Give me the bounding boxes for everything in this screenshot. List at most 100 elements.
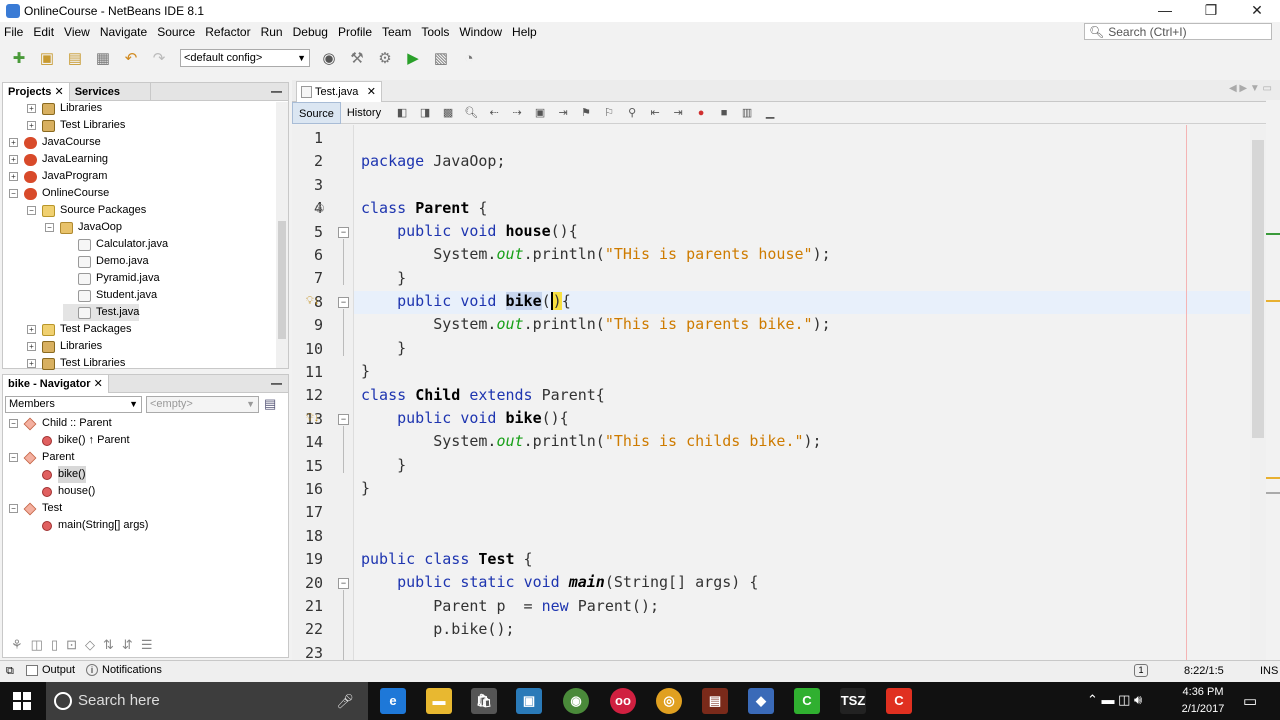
android-icon[interactable]: ◉ xyxy=(563,688,589,714)
new-file-icon[interactable]: ✚ xyxy=(8,47,30,69)
tree-item[interactable]: Student.java xyxy=(63,287,157,304)
uncomment-icon[interactable]: ▁ xyxy=(762,106,778,120)
sort-name-icon[interactable]: ⇵ xyxy=(122,637,133,653)
toggle-highlight-icon[interactable]: ⇥ xyxy=(555,106,571,120)
tree-item[interactable]: + Libraries xyxy=(27,338,102,355)
taskbar-search[interactable]: Search here 🎤︎ xyxy=(46,682,368,720)
navigator-item[interactable]: bike() xyxy=(27,466,86,483)
store-icon[interactable]: 🛍︎ xyxy=(471,688,497,714)
expand-icon[interactable]: + xyxy=(27,359,36,368)
undo-icon[interactable]: ↶ xyxy=(120,47,142,69)
collapse-icon[interactable]: − xyxy=(9,453,18,462)
microphone-icon[interactable]: 🎤︎ xyxy=(336,682,354,720)
tree-item[interactable]: + Test Packages xyxy=(27,321,132,338)
next-bookmark-icon[interactable]: ⚐ xyxy=(601,106,617,120)
toggle-bookmark-icon[interactable]: ⚲ xyxy=(624,106,640,120)
filter-nonpublic-icon[interactable]: ▯ xyxy=(51,637,58,653)
menu-source[interactable]: Source xyxy=(157,25,195,39)
tree-item[interactable]: Demo.java xyxy=(63,253,149,270)
collapse-icon[interactable]: − xyxy=(9,419,18,428)
flickr-icon[interactable]: oo xyxy=(610,688,636,714)
menu-profile[interactable]: Profile xyxy=(338,25,372,39)
recorder-icon[interactable]: ▤ xyxy=(702,688,728,714)
file-explorer-icon[interactable]: ▬ xyxy=(426,688,452,714)
filter-static-icon[interactable]: ◫ xyxy=(31,637,43,653)
error-stripe-mark[interactable] xyxy=(1266,300,1280,302)
navigator-item[interactable]: bike() ↑ Parent xyxy=(27,432,130,449)
navigator-item[interactable]: − Parent xyxy=(9,449,74,466)
code-editor[interactable]: package JavaOop; class Parent { public v… xyxy=(354,125,1250,660)
menu-help[interactable]: Help xyxy=(512,25,537,39)
clock-date[interactable]: 2/1/2017 xyxy=(1178,703,1228,715)
build-hammer-icon[interactable]: ⚒ xyxy=(346,47,368,69)
save-all-icon[interactable]: ▦ xyxy=(92,47,114,69)
expand-icon[interactable]: + xyxy=(27,325,36,334)
override-hint-icon[interactable]: 💡︎↓ xyxy=(306,412,319,425)
record-macro-icon[interactable]: ● xyxy=(693,106,709,120)
collapse-icon[interactable]: − xyxy=(27,206,36,215)
collapse-icon[interactable]: − xyxy=(45,223,54,232)
clean-build-icon[interactable]: ⚙ xyxy=(374,47,396,69)
tsz-icon[interactable]: TSZ xyxy=(840,688,866,714)
minimize-panel-icon[interactable]: — xyxy=(271,86,282,98)
collapse-icon[interactable]: − xyxy=(9,189,18,198)
error-stripe-mark[interactable] xyxy=(1266,233,1280,235)
notifications-button[interactable]: i Notifications xyxy=(86,664,162,676)
tab-nav-arrows-icon[interactable]: ◀ ▶ ▼ ▭ xyxy=(1229,83,1272,94)
run-icon[interactable]: ▶ xyxy=(402,47,424,69)
tree-item[interactable]: Test.java xyxy=(63,304,140,321)
tree-item[interactable]: + JavaProgram xyxy=(9,168,107,185)
camtasia-icon[interactable]: C xyxy=(794,688,820,714)
close-icon[interactable]: ✕ xyxy=(94,378,103,390)
override-hint-icon[interactable]: 💡︎↓ xyxy=(306,295,319,308)
tree-item[interactable]: + JavaLearning xyxy=(9,151,108,168)
tree-item[interactable]: + JavaCourse xyxy=(9,134,101,151)
tree-item[interactable]: − OnlineCourse xyxy=(9,185,109,202)
redo-icon[interactable]: ↷ xyxy=(148,47,170,69)
tree-item[interactable]: Pyramid.java xyxy=(63,270,160,287)
tree-item[interactable]: − JavaOop xyxy=(45,219,122,236)
fold-toggle-icon[interactable]: − xyxy=(338,413,349,425)
windows-start-icon[interactable] xyxy=(13,692,31,710)
sort-source-icon[interactable]: ☰ xyxy=(141,637,153,653)
minimize-panel-icon[interactable]: — xyxy=(271,378,282,390)
app-icon[interactable]: ▣ xyxy=(516,688,542,714)
error-stripe-mark[interactable] xyxy=(1266,492,1280,494)
filter-inherited-icon[interactable]: ◇ xyxy=(85,637,95,653)
tree-item[interactable]: − Source Packages xyxy=(27,202,146,219)
find-selection-icon[interactable]: ▣ xyxy=(532,106,548,120)
members-dropdown[interactable]: Members ▼ xyxy=(5,396,142,413)
tree-item[interactable]: + Test Libraries xyxy=(27,355,125,372)
shift-right-icon[interactable]: ⇥ xyxy=(670,106,686,120)
projects-scroll-thumb[interactable] xyxy=(278,221,286,339)
tree-item[interactable]: + Libraries xyxy=(27,100,102,117)
menu-navigate[interactable]: Navigate xyxy=(100,25,147,39)
annotation-icon[interactable]: ◎ xyxy=(315,201,325,214)
filter-lock-icon[interactable]: ⊡ xyxy=(66,637,77,653)
minimize-button[interactable]: — xyxy=(1142,0,1188,22)
expand-icon[interactable]: + xyxy=(27,342,36,351)
tab-services[interactable]: Services xyxy=(70,82,151,101)
error-stripe-mark[interactable] xyxy=(1266,477,1280,479)
menu-tools[interactable]: Tools xyxy=(421,25,449,39)
search-input[interactable]: 🔍︎ Search (Ctrl+I) xyxy=(1084,23,1272,40)
netbeans-taskbar-icon[interactable]: ◆ xyxy=(748,688,774,714)
menu-team[interactable]: Team xyxy=(382,25,411,39)
action-center-icon[interactable]: ▭ xyxy=(1243,692,1257,710)
find-next-icon[interactable]: ⇢ xyxy=(509,106,525,120)
tab-navigator[interactable]: bike - Navigator ✕ xyxy=(3,374,109,393)
navigator-item[interactable]: − Child :: Parent xyxy=(9,415,112,432)
filter-dropdown[interactable]: <empty> ▼ xyxy=(146,396,259,413)
menu-debug[interactable]: Debug xyxy=(293,25,328,39)
tree-item[interactable]: Calculator.java xyxy=(63,236,168,253)
maximize-button[interactable]: ❐ xyxy=(1188,0,1234,22)
expand-icon[interactable]: + xyxy=(27,121,36,130)
tab-history[interactable]: History xyxy=(341,102,387,124)
close-button[interactable]: ✕ xyxy=(1234,0,1280,22)
menu-run[interactable]: Run xyxy=(261,25,283,39)
clock-time[interactable]: 4:36 PM xyxy=(1178,686,1228,698)
tree-item[interactable]: + Test Libraries xyxy=(27,117,125,134)
filter-fields-icon[interactable]: ⚘ xyxy=(11,637,23,653)
chrome-icon[interactable]: ◎ xyxy=(656,688,682,714)
expand-icon[interactable]: + xyxy=(27,104,36,113)
